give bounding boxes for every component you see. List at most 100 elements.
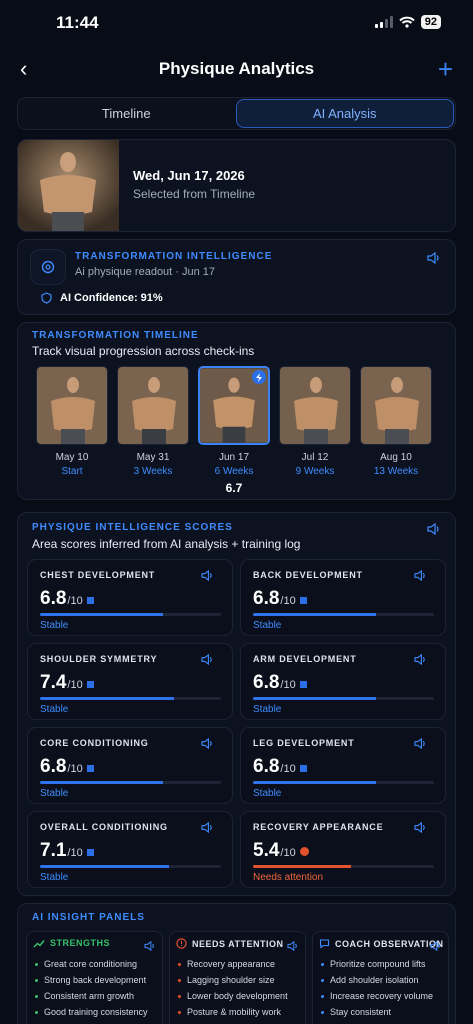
- score-status: Stable: [253, 704, 282, 715]
- score-tile[interactable]: RECOVERY APPEARANCE 5.4/10 Needs attention: [240, 811, 446, 888]
- attention-item: Lower body development: [178, 988, 288, 1004]
- attention-item: Posture & mobility work: [178, 1004, 288, 1020]
- wifi-icon: [399, 16, 415, 28]
- coach-observation-header: COACH OBSERVATION: [319, 938, 444, 949]
- speaker-icon[interactable]: [427, 522, 441, 540]
- speaker-icon[interactable]: [414, 568, 427, 586]
- score-progress-track: [253, 613, 434, 616]
- selected-photo-card[interactable]: Wed, Jun 17, 2026 Selected from Timeline: [17, 139, 456, 232]
- timeline-date: Jun 17: [218, 452, 250, 463]
- timeline-week: 13 Weeks: [373, 466, 419, 477]
- score-progress-track: [253, 697, 434, 700]
- speaker-icon[interactable]: [414, 820, 427, 838]
- scores-title: PHYSIQUE INTELLIGENCE SCORES: [32, 522, 233, 533]
- timeline-photo: [117, 366, 189, 445]
- score-denominator: /10: [67, 679, 83, 691]
- score-label: BACK DEVELOPMENT: [253, 570, 363, 580]
- score-number: 5.4: [253, 840, 280, 861]
- score-value: 5.4/10: [253, 840, 309, 862]
- score-value: 6.8/10: [253, 672, 307, 694]
- timeline-photo: [360, 366, 432, 445]
- coach-observation-panel: COACH OBSERVATION Prioritize compound li…: [312, 931, 449, 1024]
- score-value: 6.8/10: [40, 756, 94, 778]
- needs-attention-title: NEEDS ATTENTION: [192, 938, 284, 949]
- tab-ai-analysis[interactable]: AI Analysis: [235, 99, 454, 128]
- coach-item: Stay consistent: [321, 1004, 433, 1020]
- speaker-icon[interactable]: [414, 652, 427, 670]
- score-status: Stable: [253, 788, 282, 799]
- timeline-date: May 31: [136, 452, 170, 463]
- score-tile[interactable]: CHEST DEVELOPMENT 6.8/10 Stable: [27, 559, 233, 636]
- shield-icon: [41, 292, 52, 304]
- status-square-icon: [299, 681, 307, 688]
- timeline-item[interactable]: Aug 10 13 Weeks: [360, 366, 432, 495]
- status-square-icon: [299, 597, 307, 604]
- timeline-item-selected[interactable]: Jun 17 6 Weeks 6.7: [198, 366, 270, 495]
- score-tile[interactable]: SHOULDER SYMMETRY 7.4/10 Stable: [27, 643, 233, 720]
- score-tile[interactable]: OVERALL CONDITIONING 7.1/10 Stable: [27, 811, 233, 888]
- score-progress-track: [253, 781, 434, 784]
- timeline-photo: [279, 366, 351, 445]
- score-label: CHEST DEVELOPMENT: [40, 570, 156, 580]
- speaker-icon[interactable]: [201, 736, 214, 754]
- status-square-icon: [299, 765, 307, 772]
- nav-bar: ‹ Physique Analytics +: [0, 46, 473, 94]
- speaker-icon[interactable]: [414, 736, 427, 754]
- score-label: RECOVERY APPEARANCE: [253, 822, 384, 832]
- strength-item: Great core conditioning: [35, 956, 148, 972]
- score-status: Stable: [40, 872, 69, 883]
- status-square-icon: [86, 597, 94, 604]
- timeline-item[interactable]: May 31 3 Weeks: [117, 366, 189, 495]
- score-tile[interactable]: BACK DEVELOPMENT 6.8/10 Stable: [240, 559, 446, 636]
- attention-item: Recovery appearance: [178, 956, 288, 972]
- timeline-week: 6 Weeks: [214, 466, 254, 477]
- timeline-date: Aug 10: [380, 452, 412, 463]
- status-square-icon: [86, 681, 94, 688]
- speaker-icon[interactable]: [201, 820, 214, 838]
- tab-timeline[interactable]: Timeline: [18, 98, 235, 129]
- score-progress-fill: [40, 697, 174, 700]
- score-denominator: /10: [280, 763, 296, 775]
- speaker-icon[interactable]: [427, 251, 441, 269]
- score-label: ARM DEVELOPMENT: [253, 654, 357, 664]
- timeline-subtitle: Track visual progression across check-in…: [32, 344, 255, 358]
- score-progress-track: [40, 781, 221, 784]
- timeline-week: 9 Weeks: [295, 466, 335, 477]
- score-tile[interactable]: CORE CONDITIONING 6.8/10 Stable: [27, 727, 233, 804]
- segmented-tabs: Timeline AI Analysis: [17, 97, 456, 130]
- transformation-title: TRANSFORMATION INTELLIGENCE: [75, 251, 273, 262]
- timeline-item[interactable]: Jul 12 9 Weeks: [279, 366, 351, 495]
- selected-source: Selected from Timeline: [133, 187, 256, 201]
- score-value: 6.8/10: [253, 588, 307, 610]
- speaker-icon[interactable]: [144, 938, 156, 956]
- strength-item: Consistent arm growth: [35, 988, 148, 1004]
- score-status: Needs attention: [253, 872, 324, 883]
- score-denominator: /10: [280, 679, 296, 691]
- speaker-icon[interactable]: [201, 652, 214, 670]
- needs-attention-header: NEEDS ATTENTION: [176, 938, 284, 949]
- score-tile[interactable]: ARM DEVELOPMENT 6.8/10 Stable: [240, 643, 446, 720]
- score-denominator: /10: [67, 763, 83, 775]
- insight-panels: STRENGTHS Great core conditioning Strong…: [26, 931, 449, 1024]
- score-number: 6.8: [253, 588, 280, 609]
- score-label: OVERALL CONDITIONING: [40, 822, 168, 832]
- add-plus-icon[interactable]: +: [438, 54, 453, 85]
- selected-physique-photo: [18, 140, 119, 231]
- coach-item: Add shoulder isolation: [321, 972, 433, 988]
- needs-attention-panel: NEEDS ATTENTION Recovery appearance Lagg…: [169, 931, 306, 1024]
- speaker-icon[interactable]: [430, 938, 442, 956]
- score-tile[interactable]: LEG DEVELOPMENT 6.8/10 Stable: [240, 727, 446, 804]
- speaker-icon[interactable]: [287, 938, 299, 956]
- score-label: SHOULDER SYMMETRY: [40, 654, 158, 664]
- speaker-icon[interactable]: [201, 568, 214, 586]
- ai-confidence-text: AI Confidence: 91%: [60, 292, 163, 304]
- timeline-item[interactable]: May 10 Start: [36, 366, 108, 495]
- attention-item: Lagging shoulder size: [178, 972, 288, 988]
- score-number: 7.1: [40, 840, 67, 861]
- scores-grid: CHEST DEVELOPMENT 6.8/10 Stable BACK DEVELO…: [27, 559, 446, 888]
- aperture-icon: [30, 249, 66, 285]
- ai-bolt-icon: [252, 370, 266, 384]
- coach-item: Increase recovery volume: [321, 988, 433, 1004]
- score-progress-track: [40, 613, 221, 616]
- alert-icon: [176, 938, 187, 949]
